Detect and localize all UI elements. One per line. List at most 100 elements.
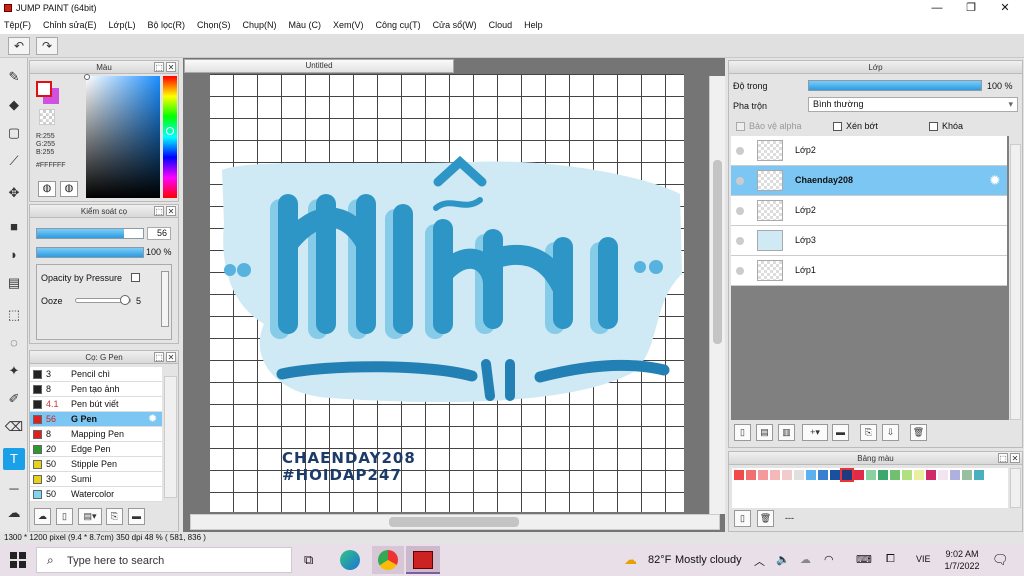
menu-view[interactable]: Xem(V) bbox=[333, 20, 364, 30]
foreground-color-swatch[interactable] bbox=[36, 81, 52, 97]
fill-rect-tool-icon[interactable]: ■ bbox=[3, 216, 25, 238]
brush-item-edge-pen[interactable]: 20 Edge Pen bbox=[30, 442, 162, 457]
palette-swatch[interactable] bbox=[914, 470, 924, 480]
lock-checkbox[interactable]: Khóa bbox=[929, 121, 963, 132]
transparent-color-swatch[interactable] bbox=[39, 109, 55, 125]
panel-close-icon[interactable]: ✕ bbox=[166, 206, 176, 216]
visibility-icon[interactable] bbox=[736, 207, 744, 215]
notification-icon[interactable]: 🗨 bbox=[992, 552, 1009, 568]
menu-help[interactable]: Help bbox=[524, 20, 543, 30]
layer-row[interactable]: Lớp2 bbox=[731, 196, 1007, 226]
menu-color[interactable]: Màu (C) bbox=[289, 20, 322, 30]
palette-swatch[interactable] bbox=[758, 470, 768, 480]
palette-swatch[interactable] bbox=[794, 470, 804, 480]
options-scrollbar[interactable] bbox=[161, 271, 169, 327]
palette-scrollbar[interactable] bbox=[1010, 468, 1021, 508]
menu-edit[interactable]: Chỉnh sửa(E) bbox=[43, 20, 97, 30]
new-palette-icon[interactable]: ▯ bbox=[734, 510, 751, 527]
palette-swatch[interactable] bbox=[840, 468, 854, 482]
brush-item-g-pen[interactable]: 56 G Pen ✹ bbox=[30, 412, 162, 427]
layer-list-scrollbar[interactable] bbox=[1010, 144, 1021, 420]
palette-swatch[interactable] bbox=[854, 470, 864, 480]
palette-swatch[interactable] bbox=[974, 470, 984, 480]
onedrive-icon[interactable]: ☁ bbox=[800, 553, 811, 566]
brush-size-value[interactable]: 56 bbox=[147, 227, 171, 240]
visibility-icon[interactable] bbox=[736, 237, 744, 245]
panel-close-icon[interactable]: ✕ bbox=[1010, 453, 1020, 463]
search-input[interactable]: Type here to search bbox=[67, 555, 164, 567]
palette-swatch[interactable] bbox=[782, 470, 792, 480]
network-icon[interactable]: ⧠ bbox=[886, 553, 895, 566]
panel-close-icon[interactable]: ✕ bbox=[166, 62, 176, 72]
palette-swatch[interactable] bbox=[806, 470, 816, 480]
layer-folder-icon[interactable]: ▬ bbox=[832, 424, 849, 441]
brush-cloud-icon[interactable]: ☁ bbox=[34, 508, 51, 525]
palette-swatch[interactable] bbox=[950, 470, 960, 480]
palette-swatch[interactable] bbox=[962, 470, 972, 480]
opacity-pressure-checkbox[interactable] bbox=[131, 273, 140, 282]
weather-temp[interactable]: 82°F bbox=[648, 554, 671, 566]
brush-folder-icon[interactable]: ▬ bbox=[128, 508, 145, 525]
add-layer-menu-icon[interactable]: +▾ bbox=[802, 424, 828, 441]
redo-button[interactable]: ↷ bbox=[36, 37, 58, 55]
palette-swatch[interactable] bbox=[878, 470, 888, 480]
blend-mode-select[interactable]: Bình thường ▾ bbox=[808, 97, 1018, 112]
layer-row[interactable]: Lớp3 bbox=[731, 226, 1007, 256]
menu-cloud[interactable]: Cloud bbox=[489, 20, 513, 30]
close-button[interactable]: ✕ bbox=[988, 0, 1022, 16]
lasso-tool-icon[interactable]: ◌ bbox=[3, 332, 25, 354]
palette-swatch[interactable] bbox=[818, 470, 828, 480]
rect-select-tool-icon[interactable]: ⬚ bbox=[3, 304, 25, 326]
taskbar-search[interactable]: ⌕ Type here to search bbox=[36, 547, 292, 573]
keyboard-icon[interactable]: ⌨ bbox=[856, 553, 872, 566]
minimize-button[interactable]: — bbox=[920, 0, 954, 16]
weather-text[interactable]: Mostly cloudy bbox=[675, 554, 742, 566]
palette-swatch[interactable] bbox=[770, 470, 780, 480]
saturation-value-picker[interactable] bbox=[86, 76, 160, 198]
horizontal-scroll-thumb[interactable] bbox=[389, 517, 519, 527]
brush-item-pencil[interactable]: 3 Pencil chì bbox=[30, 367, 162, 382]
hue-cursor[interactable] bbox=[166, 127, 174, 135]
task-view-icon[interactable]: ⧉ bbox=[304, 552, 313, 568]
brush-copy-icon[interactable]: ⎘ bbox=[106, 508, 123, 525]
delete-palette-icon[interactable]: 🗑 bbox=[757, 510, 774, 527]
palette-swatch[interactable] bbox=[734, 470, 744, 480]
panel-close-icon[interactable]: ✕ bbox=[166, 352, 176, 362]
palette-swatch[interactable] bbox=[746, 470, 756, 480]
brush-item-stipple-pen[interactable]: 50 Stipple Pen bbox=[30, 457, 162, 472]
layer-row[interactable]: Lớp2 bbox=[731, 136, 1007, 166]
clipping-checkbox[interactable]: Xén bớt bbox=[833, 121, 878, 132]
ooze-slider-knob[interactable] bbox=[119, 295, 130, 305]
delete-layer-icon[interactable]: 🗑 bbox=[910, 424, 927, 441]
eraser-tool-icon[interactable]: ◆ bbox=[3, 94, 25, 116]
layer-row-selected[interactable]: Chaenday208 ✹ bbox=[731, 166, 1007, 196]
new-brush-icon[interactable]: ▯ bbox=[56, 508, 73, 525]
magic-wand-tool-icon[interactable]: ✦ bbox=[3, 360, 25, 382]
chrome-icon[interactable] bbox=[378, 550, 398, 570]
cloud-tool-icon[interactable]: ☁ bbox=[3, 502, 25, 524]
canvas-vertical-scrollbar[interactable] bbox=[709, 76, 725, 514]
menu-file[interactable]: Tệp(F) bbox=[4, 20, 31, 30]
menu-capture[interactable]: Chụp(N) bbox=[243, 20, 277, 30]
visibility-icon[interactable] bbox=[736, 177, 744, 185]
palette-swatch[interactable] bbox=[866, 470, 876, 480]
layer-row[interactable]: Lớp1 bbox=[731, 256, 1007, 286]
palette-icon[interactable]: ◍ bbox=[38, 181, 56, 197]
brush-opacity-slider[interactable] bbox=[36, 247, 144, 258]
gradient-tool-icon[interactable]: ▤ bbox=[3, 272, 25, 294]
brush-menu-icon[interactable]: ▤▾ bbox=[78, 508, 102, 525]
float-icon[interactable]: ⬚ bbox=[154, 62, 164, 72]
shape-tool-icon[interactable]: ▢ bbox=[3, 122, 25, 144]
move-tool-icon[interactable]: ✥ bbox=[3, 182, 25, 204]
visibility-icon[interactable] bbox=[736, 267, 744, 275]
maximize-button[interactable]: ❐ bbox=[954, 0, 988, 16]
float-icon[interactable]: ⬚ bbox=[154, 206, 164, 216]
brush-item-pen[interactable]: 8 Pen tạo ảnh bbox=[30, 382, 162, 397]
select-eraser-tool-icon[interactable]: ⌫ bbox=[3, 416, 25, 438]
vertical-scroll-thumb[interactable] bbox=[713, 160, 722, 344]
hand-tool-icon[interactable]: ─ bbox=[3, 478, 25, 500]
chevron-up-icon[interactable]: ︿ bbox=[754, 553, 765, 569]
document-tab[interactable]: Untitled bbox=[184, 59, 454, 73]
text-tool-icon[interactable]: T bbox=[3, 448, 25, 470]
palette-swatch[interactable] bbox=[938, 470, 948, 480]
